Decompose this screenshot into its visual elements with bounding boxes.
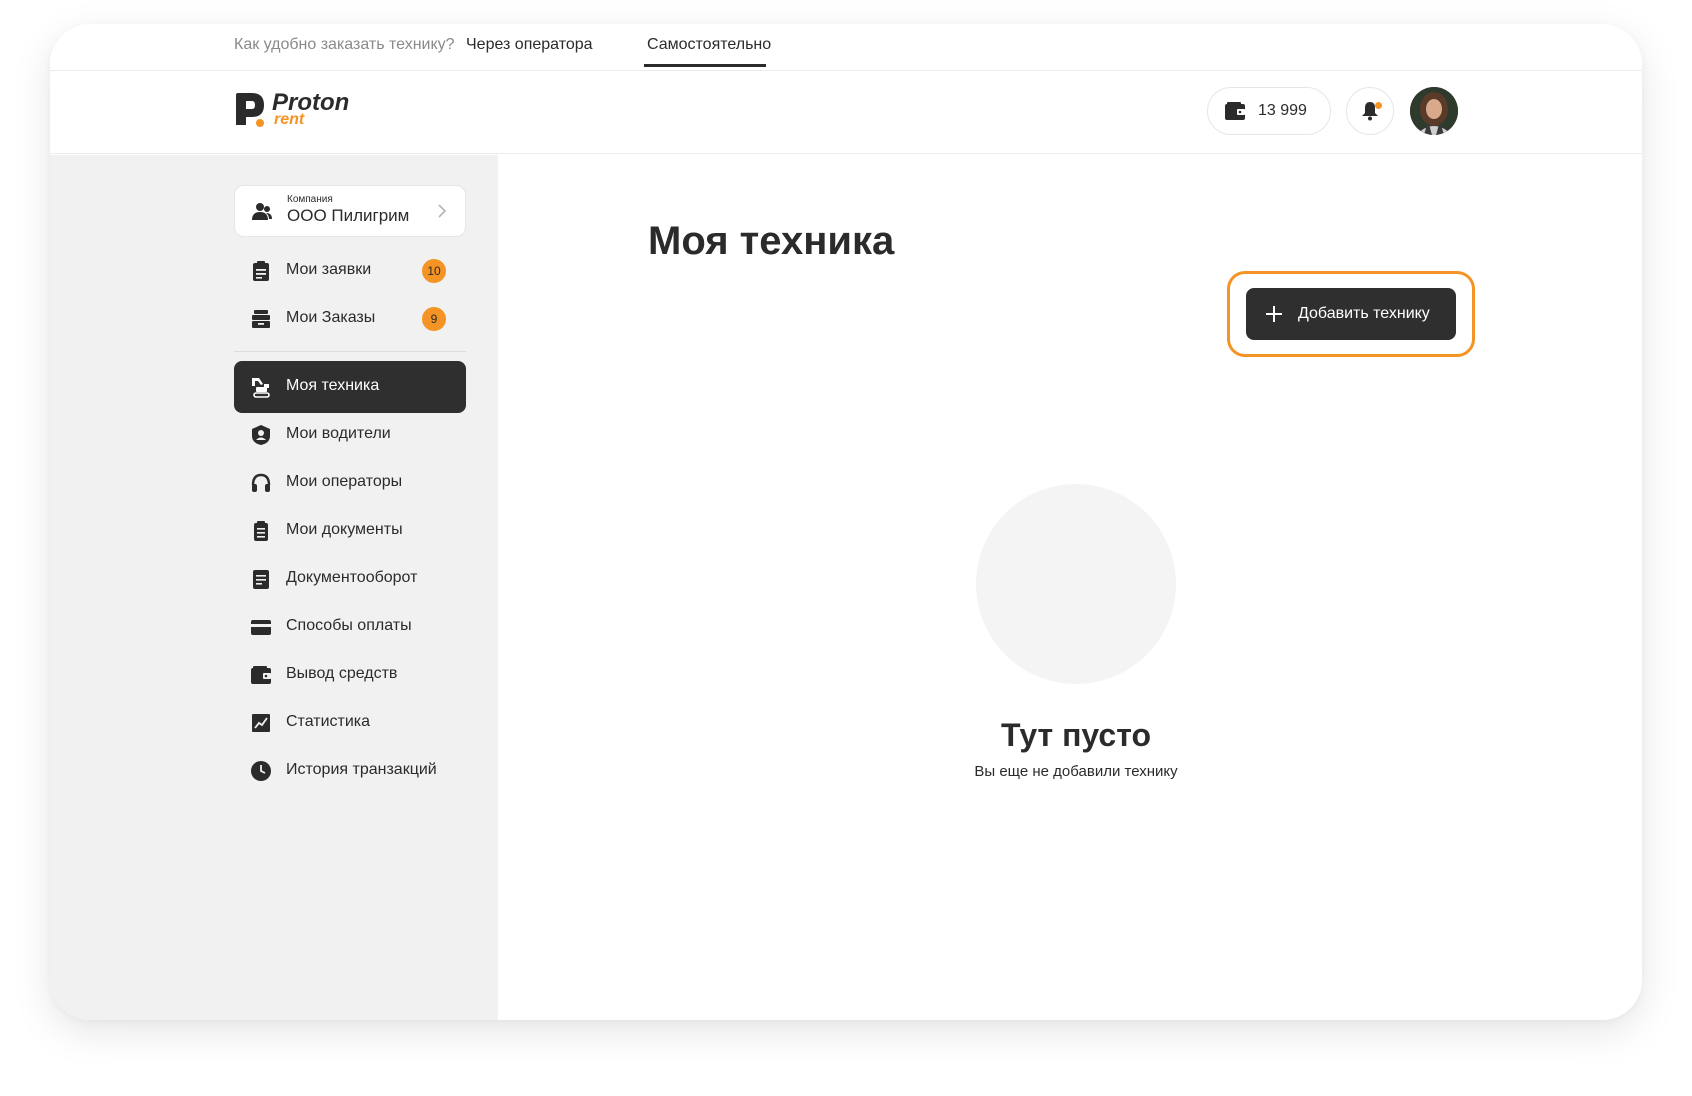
tab-self-service[interactable]: Самостоятельно (647, 36, 771, 54)
main-content: Моя техника Добавить технику Тут пусто В… (498, 155, 1642, 1020)
sidebar-item-label: История транзакций (286, 761, 437, 778)
empty-state-subtitle: Вы еще не добавили технику (974, 763, 1178, 780)
chevron-right-icon (438, 204, 447, 218)
logo-sub: rent (274, 111, 305, 128)
empty-state-illustration (976, 484, 1176, 684)
add-equipment-label: Добавить технику (1298, 305, 1430, 322)
company-caption: Компания (287, 194, 333, 205)
plus-icon (1266, 306, 1282, 322)
sidebar-item-orders[interactable]: Мои Заказы 9 (234, 293, 466, 345)
company-name: ООО Пилигрим (287, 206, 410, 225)
sidebar-item-label: Статистика (286, 713, 371, 730)
sidebar-item-label: Способы оплаты (286, 617, 412, 634)
sidebar-item-label: Мои операторы (286, 473, 403, 490)
tab-via-operator[interactable]: Через оператора (466, 36, 593, 54)
wallet-icon (1225, 102, 1245, 120)
sidebar-item-document-flow[interactable]: Документооборот (234, 553, 466, 605)
balance-amount: 13 999 (1258, 102, 1307, 119)
driver-shield-icon (252, 425, 270, 445)
sidebar-item-statistics[interactable]: Статистика (234, 697, 466, 749)
sidebar-item-documents[interactable]: Мои документы (234, 505, 466, 557)
user-photo (1410, 87, 1458, 135)
users-icon (252, 203, 272, 220)
chart-icon (252, 714, 270, 732)
order-mode-tabs: Как удобно заказать технику? Через опера… (50, 24, 1642, 70)
sidebar-item-operators[interactable]: Мои операторы (234, 457, 466, 509)
document-flow-icon (253, 570, 269, 589)
header: Proton rent 13 999 (50, 70, 1642, 154)
headphones-icon (251, 473, 271, 492)
app-window: Как удобно заказать технику? Через опера… (50, 24, 1642, 1020)
sidebar-item-label: Мои Заказы (286, 309, 376, 326)
sidebar-item-label: Мои документы (286, 521, 403, 538)
inbox-stack-icon (252, 310, 270, 328)
notification-dot (1375, 102, 1382, 109)
clipboard-list-icon (253, 261, 269, 281)
excavator-icon (252, 378, 270, 398)
credit-card-icon (251, 620, 271, 635)
notifications-button[interactable] (1346, 87, 1394, 135)
sidebar-item-drivers[interactable]: Мои водители (234, 409, 466, 461)
sidebar-item-label: Документооборот (286, 569, 418, 586)
logo[interactable]: Proton rent (234, 89, 374, 135)
sidebar-item-label: Мои водители (286, 425, 391, 442)
sidebar-item-label: Моя техника (286, 377, 380, 394)
sidebar-item-payment-methods[interactable]: Способы оплаты (234, 601, 466, 653)
orders-count-badge: 9 (422, 307, 446, 331)
clock-icon (251, 761, 271, 781)
order-mode-question: Как удобно заказать технику? (234, 36, 455, 53)
sidebar-item-transaction-history[interactable]: История транзакций (234, 745, 466, 797)
balance-button[interactable]: 13 999 (1207, 87, 1331, 135)
sidebar-item-label: Мои заявки (286, 261, 372, 278)
wallet-icon (251, 666, 271, 684)
sidebar-item-my-equipment[interactable]: Моя техника (234, 361, 466, 413)
sidebar: Компания ООО Пилигрим Мои заявки 10 Мои … (50, 155, 498, 1020)
sidebar-item-withdrawal[interactable]: Вывод средств (234, 649, 466, 701)
sidebar-item-label: Вывод средств (286, 665, 398, 682)
sidebar-divider (234, 351, 466, 352)
company-selector[interactable]: Компания ООО Пилигрим (234, 185, 466, 237)
logo-dot (256, 119, 264, 127)
avatar[interactable] (1410, 87, 1458, 135)
page-title: Моя техника (648, 219, 895, 263)
documents-icon (254, 521, 268, 541)
active-tab-underline (644, 64, 766, 67)
sidebar-item-requests[interactable]: Мои заявки 10 (234, 245, 466, 297)
add-equipment-button[interactable]: Добавить технику (1246, 288, 1456, 340)
requests-count-badge: 10 (422, 259, 446, 283)
empty-state-title: Тут пусто (1001, 717, 1151, 753)
